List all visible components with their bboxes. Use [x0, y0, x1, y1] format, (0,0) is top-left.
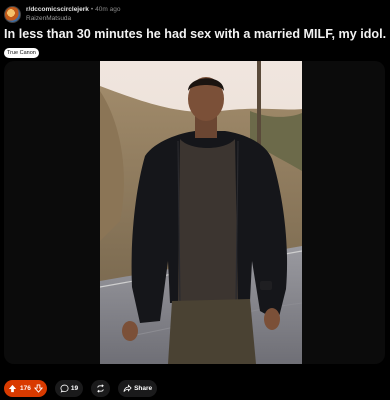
subreddit-avatar[interactable] [4, 5, 21, 23]
subreddit-name[interactable]: r/dccomicscirclejerk [26, 5, 89, 14]
upvote-icon[interactable] [8, 384, 17, 393]
share-button[interactable]: Share [118, 380, 158, 397]
post-image [100, 61, 302, 364]
meta-top-row: r/dccomicscirclejerk • 40m ago [26, 5, 120, 14]
crosspost-icon [97, 384, 104, 393]
share-label: Share [134, 385, 153, 392]
post-timestamp: 40m ago [95, 6, 121, 13]
comment-count: 19 [70, 385, 79, 392]
share-icon [123, 384, 132, 392]
reddit-post: r/dccomicscirclejerk • 40m ago RaizenMat… [0, 0, 390, 400]
comment-icon [60, 384, 69, 393]
post-meta: r/dccomicscirclejerk • 40m ago RaizenMat… [26, 5, 120, 23]
post-media[interactable] [4, 61, 385, 364]
post-author[interactable]: RaizenMatsuda [26, 14, 120, 23]
post-header: r/dccomicscirclejerk • 40m ago RaizenMat… [4, 4, 120, 24]
downvote-icon[interactable] [33, 384, 43, 393]
crosspost-button[interactable] [91, 380, 111, 397]
action-bar: 176 19 Share [4, 380, 158, 397]
comments-button[interactable]: 19 [54, 380, 84, 397]
post-flair[interactable]: True Canon [4, 48, 39, 58]
meta-separator: • [90, 6, 94, 13]
post-title[interactable]: In less than 30 minutes he had sex with … [4, 27, 388, 41]
vote-control: 176 [4, 380, 47, 397]
vote-score: 176 [20, 385, 31, 392]
